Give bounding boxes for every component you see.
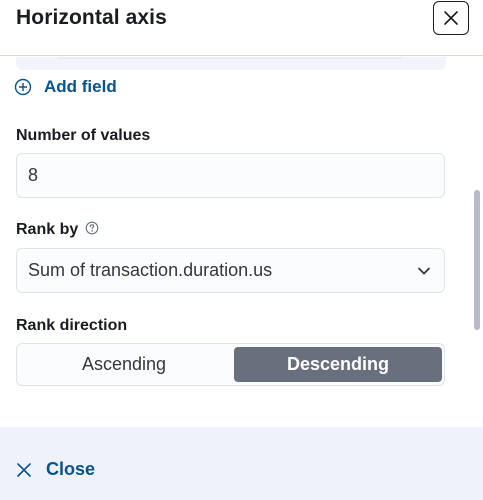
number-of-values-label: Number of values (16, 127, 151, 144)
ascending-button[interactable]: Ascending (20, 347, 228, 382)
add-field-button[interactable]: Add field (14, 77, 117, 97)
flyout-body: Add field Number of values 8 Rank by Sum… (0, 57, 483, 425)
number-of-values-value: 8 (28, 165, 39, 185)
number-of-values-input[interactable]: 8 (16, 153, 445, 198)
close-icon (444, 11, 458, 25)
close-button[interactable]: Close (16, 459, 95, 480)
rank-by-select[interactable]: Sum of transaction.duration.us (16, 248, 445, 293)
flyout-footer: Close (0, 427, 483, 500)
flyout-header: Horizontal axis (0, 0, 483, 56)
rank-direction-label: Rank direction (16, 317, 128, 334)
flyout-panel: Horizontal axis Add field Number of valu… (0, 0, 483, 500)
rank-by-selected-value: Sum of transaction.duration.us (28, 260, 273, 280)
flyout-title: Horizontal axis (16, 6, 167, 29)
add-field-label: Add field (44, 77, 117, 96)
dimension-field-input (56, 57, 404, 59)
plus-circle-icon (14, 78, 32, 96)
rank-direction-button-group: Ascending Descending (16, 343, 445, 386)
rank-by-label: Rank by (16, 221, 79, 238)
close-flyout-button[interactable] (433, 1, 469, 35)
close-button-label: Close (46, 459, 96, 479)
cross-icon (17, 462, 31, 477)
descending-button[interactable]: Descending (234, 347, 442, 382)
scrollbar-thumb[interactable] (474, 190, 480, 330)
question-circle-icon[interactable] (85, 221, 99, 235)
dimension-field-row[interactable] (16, 57, 446, 70)
chevron-down-icon (418, 267, 430, 275)
